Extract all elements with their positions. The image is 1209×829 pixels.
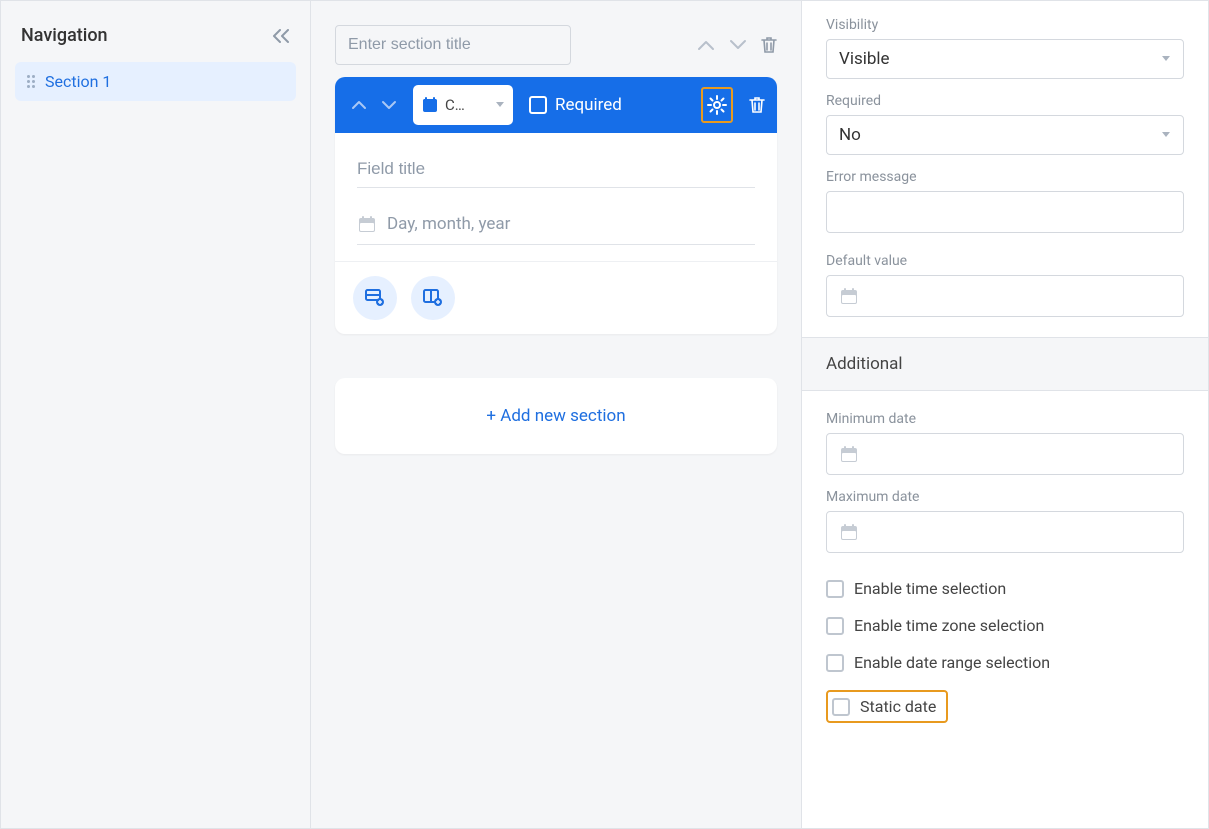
maximum-date-input[interactable] <box>826 511 1184 553</box>
add-column-button[interactable] <box>411 276 455 320</box>
calendar-icon <box>839 286 859 306</box>
add-row-button[interactable] <box>353 276 397 320</box>
default-value-label: Default value <box>826 253 1184 269</box>
sidebar-item-section-1[interactable]: Section 1 <box>15 62 296 101</box>
trash-icon <box>749 96 765 114</box>
additional-group-header: Additional <box>802 337 1208 391</box>
calendar-icon <box>357 214 377 234</box>
add-row-icon <box>365 289 385 307</box>
collapse-sidebar-button[interactable] <box>272 29 290 43</box>
enable-time-label: Enable time selection <box>854 579 1006 598</box>
drag-handle-icon[interactable] <box>27 75 35 88</box>
add-section-button[interactable]: + Add new section <box>335 378 777 454</box>
enable-range-label: Enable date range selection <box>854 653 1050 672</box>
checkbox-icon <box>529 96 547 114</box>
error-message-input[interactable] <box>826 191 1184 233</box>
trash-icon <box>761 36 777 54</box>
enable-tz-label: Enable time zone selection <box>854 616 1044 635</box>
gear-icon <box>707 95 727 115</box>
calendar-icon <box>421 96 439 114</box>
static-date-label: Static date <box>860 697 936 716</box>
static-date-checkbox[interactable]: Static date <box>826 690 948 723</box>
field-toolbar: C… Required <box>335 77 777 133</box>
field-type-label: C… <box>445 96 489 114</box>
error-message-label: Error message <box>826 169 1184 185</box>
required-value: No <box>839 125 861 145</box>
add-section-label: + Add new section <box>486 406 625 426</box>
field-settings-button[interactable] <box>701 87 733 123</box>
field-footer <box>335 261 777 334</box>
add-column-icon <box>423 289 443 307</box>
section-delete-button[interactable] <box>761 36 777 54</box>
section-actions <box>697 36 777 54</box>
section-move-down-button[interactable] <box>729 39 747 51</box>
required-label: Required <box>555 95 622 115</box>
minimum-date-label: Minimum date <box>826 411 1184 427</box>
chevron-down-icon <box>729 39 747 51</box>
enable-time-checkbox[interactable]: Enable time selection <box>826 579 1184 598</box>
checkbox-icon <box>826 617 844 635</box>
required-select-label: Required <box>826 93 1184 109</box>
calendar-icon <box>839 522 859 542</box>
app-root: Navigation Section 1 <box>0 0 1209 829</box>
field-move-down-button[interactable] <box>377 95 401 115</box>
field-type-select[interactable]: C… <box>413 85 513 125</box>
chevron-double-left-icon <box>272 29 290 43</box>
minimum-date-input[interactable] <box>826 433 1184 475</box>
field-title-input[interactable] <box>357 153 755 188</box>
enable-tz-checkbox[interactable]: Enable time zone selection <box>826 616 1184 635</box>
visibility-label: Visibility <box>826 17 1184 33</box>
required-select[interactable]: No <box>826 115 1184 155</box>
required-checkbox[interactable]: Required <box>529 95 622 115</box>
checkbox-icon <box>826 654 844 672</box>
section-title-input[interactable] <box>335 25 571 65</box>
maximum-date-label: Maximum date <box>826 489 1184 505</box>
chevron-up-icon <box>697 39 715 51</box>
date-preview: Day, month, year <box>357 214 755 245</box>
field-card: C… Required <box>335 77 777 334</box>
caret-down-icon <box>1161 131 1171 139</box>
caret-down-icon <box>495 101 505 109</box>
field-delete-button[interactable] <box>749 96 765 114</box>
section-move-up-button[interactable] <box>697 39 715 51</box>
visibility-select[interactable]: Visible <box>826 39 1184 79</box>
enable-range-checkbox[interactable]: Enable date range selection <box>826 653 1184 672</box>
checkbox-icon <box>832 698 850 716</box>
sidebar-header: Navigation <box>15 25 296 46</box>
chevron-down-icon <box>381 99 397 111</box>
sidebar-title: Navigation <box>21 25 108 46</box>
field-move-up-button[interactable] <box>347 95 371 115</box>
chevron-up-icon <box>351 99 367 111</box>
field-body: Day, month, year <box>335 133 777 261</box>
form-canvas: C… Required <box>311 1 801 828</box>
checkbox-icon <box>826 580 844 598</box>
section-header-row <box>335 25 777 65</box>
default-value-input[interactable] <box>826 275 1184 317</box>
sidebar-item-label: Section 1 <box>45 72 111 91</box>
date-preview-text: Day, month, year <box>387 214 510 234</box>
visibility-value: Visible <box>839 49 890 69</box>
properties-panel: Visibility Visible Required No Error mes… <box>801 1 1208 828</box>
caret-down-icon <box>1161 55 1171 63</box>
navigation-sidebar: Navigation Section 1 <box>1 1 311 828</box>
calendar-icon <box>839 444 859 464</box>
